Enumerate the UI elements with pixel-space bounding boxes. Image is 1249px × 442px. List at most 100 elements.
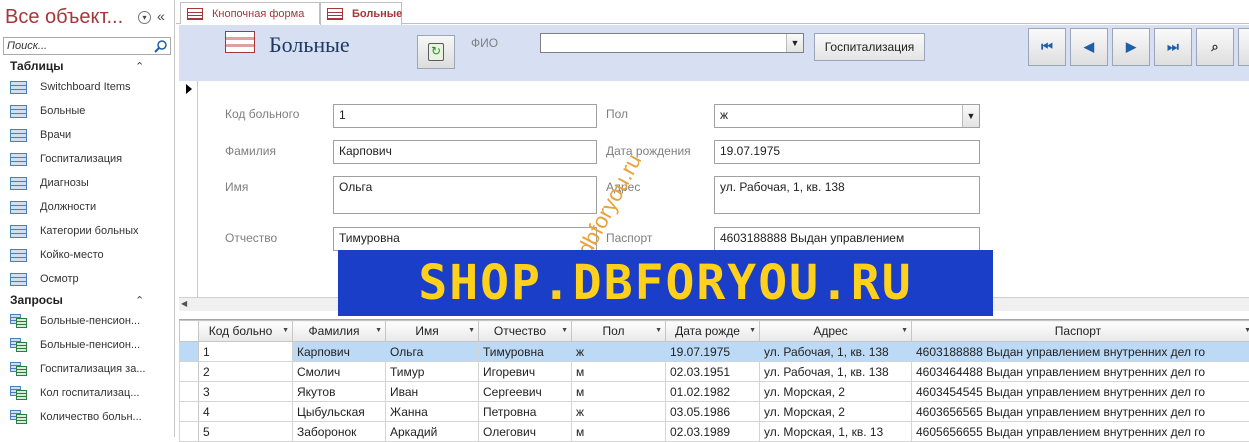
row-selector[interactable] [180,362,199,382]
first-record-button[interactable]: ⏮ [1028,28,1066,66]
select-all-cell[interactable] [180,321,199,342]
table-cell[interactable]: 02.03.1951 [666,362,760,382]
nav-item-table[interactable]: Switchboard Items [10,77,170,97]
table-cell[interactable]: Петровна [479,402,572,422]
table-cell[interactable]: 2 [199,362,293,382]
fio-combobox[interactable]: ▼ [540,33,804,53]
table-cell[interactable]: 02.03.1989 [666,422,760,442]
chevron-down-icon[interactable]: ▼ [468,327,475,334]
table-cell[interactable]: 4603464488 Выдан управлением внутренних … [912,362,1249,382]
nav-item-query[interactable]: Больные-пенсион... [10,311,170,331]
nav-item-table[interactable]: Врачи [10,125,170,145]
group-tables-collapse-icon[interactable]: ⌃ [135,60,144,73]
chevron-down-icon[interactable]: ▼ [749,327,756,334]
nav-item-query[interactable]: Госпитализация за... [10,359,170,379]
column-header-surname[interactable]: Фамилия▼ [293,321,386,342]
column-header-passport[interactable]: Паспорт▼ [912,321,1249,342]
table-cell[interactable]: 3 [199,382,293,402]
collapse-pane-icon[interactable]: « [157,8,165,24]
next-record-button[interactable]: ▶ [1112,28,1150,66]
group-queries-collapse-icon[interactable]: ⌃ [135,294,144,307]
column-header-sex[interactable]: Пол▼ [572,321,666,342]
nav-item-table[interactable]: Категории больных [10,221,170,241]
extra-toolbar-button[interactable] [1238,28,1249,66]
tab-patients[interactable]: Больные [320,2,402,25]
hospitalize-button[interactable]: Госпитализация [814,33,925,61]
table-cell[interactable]: 4603454545 Выдан управлением внутренних … [912,382,1249,402]
table-cell[interactable]: Тимуровна [479,342,572,362]
table-cell[interactable]: ул. Морская, 2 [760,402,912,422]
column-header-patronymic[interactable]: Отчество▼ [479,321,572,342]
chevron-down-icon[interactable]: ▼ [375,327,382,334]
chevron-down-icon[interactable]: ▼ [655,327,662,334]
nav-item-query[interactable]: Количество больн... [10,407,170,427]
table-row[interactable]: 4 Цыбульская Жанна Петровна ж 03.05.1986… [180,402,1249,422]
nav-item-query[interactable]: Больные-пенсион... [10,335,170,355]
group-queries[interactable]: Запросы [10,293,63,307]
table-cell[interactable]: Олегович [479,422,572,442]
prev-record-button[interactable]: ◀ [1070,28,1108,66]
chevron-down-icon[interactable]: ▼ [561,327,568,334]
column-header-birthdate[interactable]: Дата рожде▼ [666,321,760,342]
nav-item-table[interactable]: Диагнозы [10,173,170,193]
table-row[interactable]: 5 Заборонок Аркадий Олегович м 02.03.198… [180,422,1249,442]
table-cell[interactable]: ул. Рабочая, 1, кв. 138 [760,362,912,382]
chevron-down-icon[interactable]: ▼ [1244,327,1249,334]
table-cell[interactable]: Сергеевич [479,382,572,402]
table-cell[interactable]: 01.02.1982 [666,382,760,402]
table-row[interactable]: 2 Смолич Тимур Игоревич м 02.03.1951 ул.… [180,362,1249,382]
column-header-code[interactable]: Код больно▼ [199,321,293,342]
column-header-address[interactable]: Адрес▼ [760,321,912,342]
field-surname[interactable]: Карпович [333,140,597,164]
table-cell[interactable]: Заборонок [293,422,386,442]
table-cell[interactable]: м [572,382,666,402]
nav-item-table[interactable]: Больные [10,101,170,121]
chevron-down-icon[interactable]: ▼ [282,327,289,334]
refresh-button[interactable] [417,35,455,69]
row-selector[interactable] [180,402,199,422]
chevron-down-icon[interactable]: ▼ [901,327,908,334]
nav-item-table[interactable]: Должности [10,197,170,217]
row-selector[interactable] [180,422,199,442]
table-cell[interactable]: Смолич [293,362,386,382]
table-cell[interactable]: 4603656565 Выдан управлением внутренних … [912,402,1249,422]
table-cell[interactable]: 19.07.1975 [666,342,760,362]
scroll-left-icon[interactable]: ◀ [181,299,187,308]
field-name[interactable]: Ольга [333,176,597,214]
table-cell[interactable]: Цыбульская [293,402,386,422]
last-record-button[interactable]: ⏭ [1154,28,1192,66]
nav-pane-title[interactable]: Все объект... [5,6,123,29]
field-sex[interactable]: ж ▼ [714,104,980,128]
table-cell[interactable]: Жанна [386,402,479,422]
row-selector[interactable] [180,382,199,402]
field-birthdate[interactable]: 19.07.1975 [714,140,980,164]
table-cell[interactable]: ул. Рабочая, 1, кв. 138 [760,342,912,362]
field-passport[interactable]: 4603188888 Выдан управлением [714,227,980,251]
find-button[interactable]: ⌕ [1196,28,1234,66]
field-address[interactable]: ул. Рабочая, 1, кв. 138 [714,176,980,214]
table-cell[interactable]: ж [572,342,666,362]
table-row[interactable]: 1 Карпович Ольга Тимуровна ж 19.07.1975 … [180,342,1249,362]
nav-menu-chevron-icon[interactable]: ▾ [138,11,151,24]
table-cell[interactable]: 4605656655 Выдан управлением внутренних … [912,422,1249,442]
search-icon[interactable] [154,39,168,53]
table-cell[interactable]: м [572,362,666,382]
nav-search-input[interactable]: Поиск... [3,37,171,55]
chevron-down-icon[interactable]: ▼ [786,34,803,52]
table-cell[interactable]: ул. Морская, 1, кв. 13 [760,422,912,442]
column-header-name[interactable]: Имя▼ [386,321,479,342]
table-cell[interactable]: Аркадий [386,422,479,442]
table-cell[interactable]: 4 [199,402,293,422]
tab-switchboard-form[interactable]: Кнопочная форма [180,2,320,24]
group-tables[interactable]: Таблицы [10,59,63,73]
table-cell[interactable]: Якутов [293,382,386,402]
table-cell[interactable]: м [572,422,666,442]
nav-item-table[interactable]: Осмотр [10,269,170,289]
nav-item-query[interactable]: Кол госпитализац... [10,383,170,403]
nav-item-table[interactable]: Койко-место [10,245,170,265]
chevron-down-icon[interactable]: ▼ [962,105,979,127]
field-code[interactable]: 1 [333,104,597,128]
table-cell[interactable]: 5 [199,422,293,442]
table-cell[interactable]: 4603188888 Выдан управлением внутренних … [912,342,1249,362]
table-cell[interactable]: ул. Морская, 2 [760,382,912,402]
